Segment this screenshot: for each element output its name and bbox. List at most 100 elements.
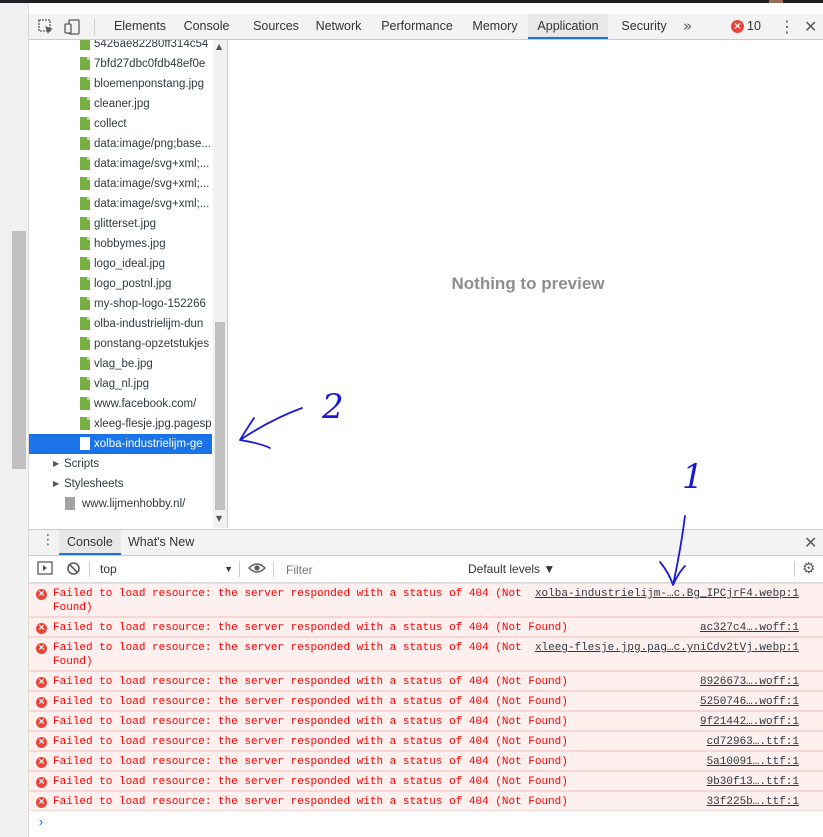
tree-item[interactable]: www.facebook.com/ [29,394,212,414]
tree-item-label: xolba-industrielijm-ge [94,438,203,450]
error-source-link[interactable]: 33f225b….ttf:1 [707,795,799,809]
console-settings-gear-icon[interactable]: ⚙ [802,559,815,577]
console-error-row[interactable]: × Failed to load resource: the server res… [29,617,823,637]
error-message: Failed to load resource: the server resp… [53,641,522,669]
image-file-icon [80,217,90,230]
tab-application[interactable]: Application [528,14,608,39]
image-file-icon [80,237,90,250]
console-error-row[interactable]: × Failed to load resource: the server res… [29,637,823,671]
error-message-line: Failed to load resource: the server resp… [53,696,568,708]
console-error-row[interactable]: × Failed to load resource: the server res… [29,691,823,711]
error-count[interactable]: 10 [747,14,761,39]
tab-performance[interactable]: Performance [372,14,462,39]
error-source-link[interactable]: cd72963….ttf:1 [707,735,799,749]
console-error-row[interactable]: × Failed to load resource: the server res… [29,671,823,691]
tree-item[interactable]: 5426ae82280ff314c54 [29,40,212,54]
console-filter-input[interactable] [281,560,457,580]
image-file-icon [80,277,90,290]
more-tabs-icon[interactable]: » [683,14,692,38]
error-source-link[interactable]: ac327c4….woff:1 [700,621,799,635]
tree-item[interactable]: glitterset.jpg [29,214,212,234]
expand-triangle-icon[interactable]: ▶ [53,454,59,474]
tree-item[interactable]: hobbymes.jpg [29,234,212,254]
console-error-row[interactable]: × Failed to load resource: the server res… [29,731,823,751]
tab-network[interactable]: Network [304,14,373,39]
devtools-tabbar: Elements Console Sources Network Performance… [29,14,823,40]
scroll-down-icon[interactable]: ▼ [216,514,222,523]
clear-console-icon[interactable] [66,561,81,579]
console-error-row[interactable]: × Failed to load resource: the server res… [29,751,823,771]
error-icon: × [36,797,47,808]
tab-elements[interactable]: Elements [109,14,171,39]
console-error-row[interactable]: × Failed to load resource: the server res… [29,771,823,791]
log-levels-dropdown[interactable]: Default levels ▼ [468,559,588,579]
tree-item[interactable]: logo_ideal.jpg [29,254,212,274]
drawer-tab-whats-new[interactable]: What's New [128,530,194,555]
console-error-row[interactable]: × Failed to load resource: the server res… [29,791,823,811]
tree-folder-stylesheets[interactable]: ▶ Stylesheets [29,474,212,494]
page-scrollbar[interactable] [0,3,29,837]
close-devtools-icon[interactable]: ✕ [804,14,817,39]
sidebar-toggle-icon[interactable] [37,561,53,578]
drawer-tabbar: ⋮ Console What's New ✕ [29,529,823,556]
expand-triangle-icon[interactable]: ▶ [53,474,59,494]
tree-item[interactable]: vlag_nl.jpg [29,374,212,394]
image-file-icon [80,97,90,110]
error-source-link[interactable]: 5a10091….ttf:1 [707,755,799,769]
tree-scrollbar[interactable]: ▲ ▼ [213,40,227,528]
inspect-element-icon[interactable] [37,18,55,36]
drawer-tab-console[interactable]: Console [59,530,121,555]
error-count-icon[interactable]: × [731,20,744,33]
error-message-line: Failed to load resource: the server resp… [53,716,568,728]
drawer-menu-icon[interactable]: ⋮ [41,532,55,548]
toolbar-divider [239,561,240,577]
tree-folder-scripts[interactable]: ▶ Scripts [29,454,212,474]
tree-item[interactable]: cleaner.jpg [29,94,212,114]
tree-frame-document[interactable]: www.lijmenhobby.nl/ [29,494,212,514]
dropdown-arrow-icon: ▼ [224,564,233,574]
page-scrollbar-thumb[interactable] [12,231,26,469]
tab-console[interactable]: Console [172,14,241,39]
scroll-up-icon[interactable]: ▲ [216,42,222,51]
error-source-link[interactable]: xleeg-flesje.jpg.pag…c.yniCdv2tVj.webp:1 [535,641,799,655]
error-icon: × [36,697,47,708]
toolbar-divider [94,19,95,35]
tab-sources[interactable]: Sources [239,14,313,39]
tree-item[interactable]: data:image/svg+xml;... [29,194,212,214]
tree-item[interactable]: data:image/svg+xml;... [29,174,212,194]
tab-security[interactable]: Security [613,14,675,39]
tree-item[interactable]: data:image/png;base... [29,134,212,154]
close-drawer-icon[interactable]: ✕ [804,530,817,555]
error-source-link[interactable]: 8926673….woff:1 [700,675,799,689]
error-source-link[interactable]: 9f21442….woff:1 [700,715,799,729]
tree-item[interactable]: olba-industrielijm-dun [29,314,212,334]
tree-item[interactable]: bloemenponstang.jpg [29,74,212,94]
error-message-line: Failed to load resource: the server resp… [53,796,568,808]
tree-item[interactable]: data:image/svg+xml;... [29,154,212,174]
live-expression-eye-icon[interactable] [248,562,266,577]
error-source-link[interactable]: xolba-industrielijm-…c.Bg_IPCjrF4.webp:1 [535,587,799,601]
tree-item-label: logo_ideal.jpg [94,258,165,270]
customize-menu-icon[interactable]: ⋮ [779,14,795,39]
console-error-row[interactable]: × Failed to load resource: the server res… [29,711,823,731]
tree-item[interactable]: xleeg-flesje.jpg.pagesp [29,414,212,434]
empty-preview-message: Nothing to preview [451,274,605,293]
tab-memory[interactable]: Memory [461,14,529,39]
tree-item[interactable]: my-shop-logo-152266 [29,294,212,314]
tree-item[interactable]: logo_postnl.jpg [29,274,212,294]
tree-item[interactable]: vlag_be.jpg [29,354,212,374]
device-toolbar-icon[interactable] [63,18,81,36]
context-selector[interactable]: top ▼ [95,559,233,579]
tree-item[interactable]: collect [29,114,212,134]
console-error-row[interactable]: × Failed to load resource: the server res… [29,583,823,617]
error-source-link[interactable]: 9b30f13….ttf:1 [707,775,799,789]
tree-item[interactable]: xolba-industrielijm-ge [29,434,212,454]
console-prompt[interactable]: › [37,815,45,830]
error-message: Failed to load resource: the server resp… [53,795,568,809]
error-source-link[interactable]: 5250746….woff:1 [700,695,799,709]
tree-item-label: data:image/svg+xml;... [94,198,210,210]
tree-scrollbar-thumb[interactable] [215,322,225,510]
tree-item[interactable]: 7bfd27dbc0fdb48ef0e [29,54,212,74]
tree-item[interactable]: ponstang-opzetstukjes [29,334,212,354]
tree-item-label: my-shop-logo-152266 [94,298,206,310]
